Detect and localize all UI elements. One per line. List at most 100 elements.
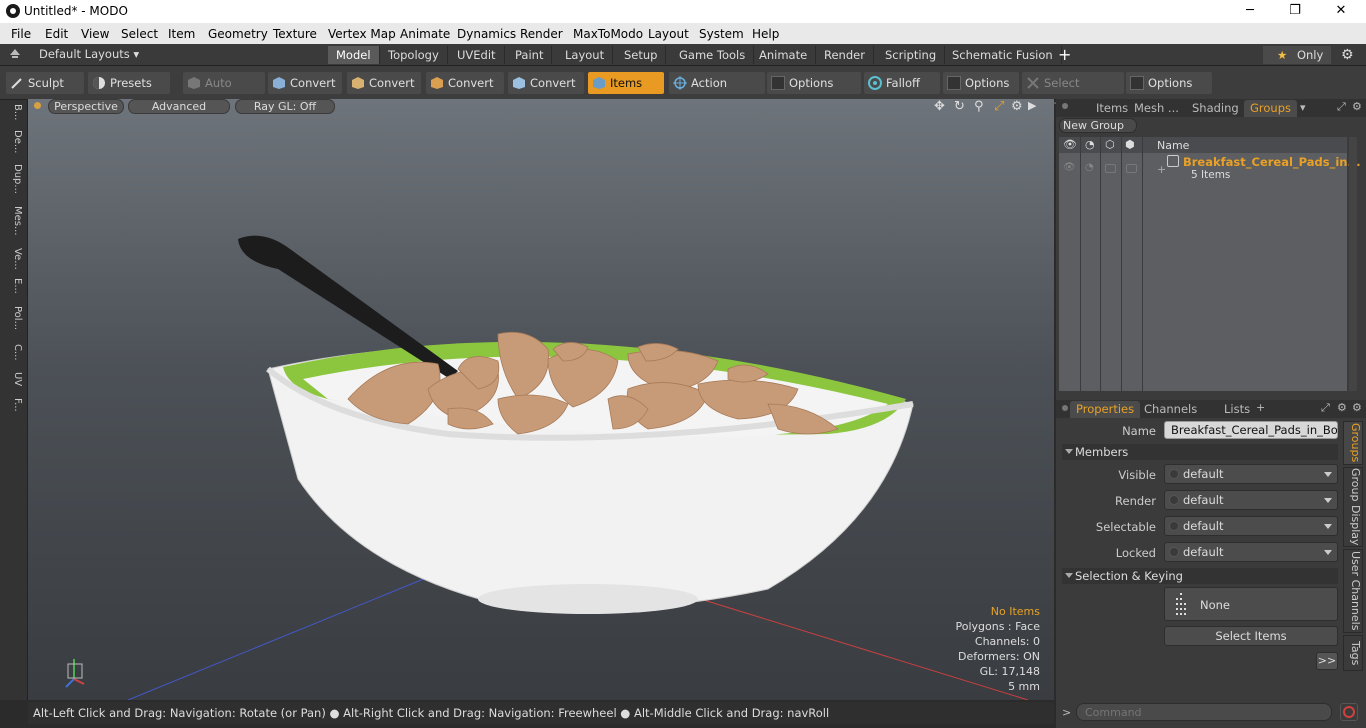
layouts-dropdown[interactable]: Default Layouts ▾ xyxy=(39,47,139,61)
menu-system[interactable]: System xyxy=(699,27,744,41)
menu-dynamics[interactable]: Dynamics xyxy=(457,27,516,41)
panel-dot-icon[interactable] xyxy=(1062,405,1068,411)
left-tab-1[interactable]: B... xyxy=(3,104,23,120)
pin-icon[interactable] xyxy=(10,49,20,59)
menu-edit[interactable]: Edit xyxy=(45,27,68,41)
left-tab-9[interactable]: UV xyxy=(3,372,23,386)
expand-panel-icon[interactable]: ⤢ xyxy=(1321,401,1330,415)
menu-texture[interactable]: Texture xyxy=(273,27,317,41)
3d-viewport[interactable]: Perspective Advanced Ray GL: Off ✥ ↻ ⚲ ⤢… xyxy=(28,99,1054,700)
sculpt-button[interactable]: Sculpt xyxy=(6,72,84,94)
panel-gear-icon[interactable]: ⚙ xyxy=(1337,401,1347,414)
panel-menu-icon[interactable]: ⚙ xyxy=(1352,401,1362,414)
tab-properties[interactable]: Properties xyxy=(1070,401,1141,418)
menu-animate[interactable]: Animate xyxy=(400,27,450,41)
menu-maxtomodo[interactable]: MaxToModo xyxy=(573,27,643,41)
tab-schematic-fusion[interactable]: Schematic Fusion xyxy=(944,46,1062,64)
expand-plus-icon[interactable]: + xyxy=(1157,163,1166,176)
convert-button-4[interactable]: Convert xyxy=(508,72,584,94)
left-tab-4[interactable]: Mes... xyxy=(3,206,23,236)
chevron-down-icon[interactable]: ▾ xyxy=(1300,101,1306,114)
close-button[interactable]: ✕ xyxy=(1318,0,1364,23)
select-items-button[interactable]: Select Items xyxy=(1164,626,1338,646)
panel-gear-icon[interactable]: ⚙ xyxy=(1352,100,1362,113)
tab-mesh[interactable]: Mesh ... xyxy=(1128,100,1185,117)
options-button-1[interactable]: Options xyxy=(767,72,861,94)
tab-animate[interactable]: Animate xyxy=(751,46,817,64)
side-tab-user-channels[interactable]: User Channels xyxy=(1343,549,1363,633)
tab-topology[interactable]: Topology xyxy=(380,46,448,64)
tab-channels[interactable]: Channels xyxy=(1138,401,1203,418)
tab-shading[interactable]: Shading xyxy=(1186,100,1245,117)
options-button-2[interactable]: Options xyxy=(943,72,1019,94)
new-group-button[interactable]: New Group xyxy=(1059,118,1137,133)
menu-file[interactable]: File xyxy=(11,27,31,41)
menu-item[interactable]: Item xyxy=(168,27,195,41)
falloff-button[interactable]: Falloff xyxy=(864,72,940,94)
menu-geometry[interactable]: Geometry xyxy=(208,27,268,41)
side-tab-tags[interactable]: Tags xyxy=(1343,635,1363,671)
options-button-3[interactable]: Options xyxy=(1126,72,1212,94)
action-center-button[interactable]: Action Center xyxy=(669,72,765,112)
left-tab-8[interactable]: C... xyxy=(3,344,23,361)
visible-dropdown[interactable]: default xyxy=(1164,464,1338,484)
selectable-dropdown[interactable]: default xyxy=(1164,516,1338,536)
tab-setup[interactable]: Setup xyxy=(616,46,667,64)
locked-label: Locked xyxy=(1115,546,1156,560)
none-button[interactable]: None xyxy=(1164,587,1338,621)
left-tab-2[interactable]: De... xyxy=(3,130,23,153)
menu-help[interactable]: Help xyxy=(752,27,779,41)
left-tab-10[interactable]: F... xyxy=(3,398,23,412)
render-toggle-icon[interactable]: ◔ xyxy=(1085,162,1094,173)
groups-scrollbar[interactable] xyxy=(1349,137,1357,391)
tab-uvedit[interactable]: UVEdit xyxy=(449,46,505,64)
menu-vertex-map[interactable]: Vertex Map xyxy=(328,27,396,41)
add-tab-icon[interactable]: + xyxy=(1256,401,1265,414)
presets-button[interactable]: Presets F6 xyxy=(88,72,170,112)
side-tab-groups[interactable]: Groups xyxy=(1343,421,1363,465)
tab-scripting[interactable]: Scripting xyxy=(877,46,946,64)
menu-view[interactable]: View xyxy=(81,27,109,41)
tab-paint[interactable]: Paint xyxy=(507,46,553,64)
panel-dot-icon[interactable] xyxy=(1062,103,1068,109)
more-button[interactable]: >> xyxy=(1316,652,1338,670)
only-toggle[interactable]: ★ Only xyxy=(1263,46,1331,64)
selection-keying-section[interactable]: Selection & Keying xyxy=(1062,568,1338,584)
items-button[interactable]: Items xyxy=(588,72,664,94)
left-tab-7[interactable]: Pol... xyxy=(3,306,23,330)
visibility-eye-icon[interactable]: 👁 xyxy=(1063,162,1076,173)
members-section[interactable]: Members xyxy=(1062,444,1338,460)
left-tab-5[interactable]: Ve... xyxy=(3,248,23,270)
expand-panel-icon[interactable]: ⤢ xyxy=(1337,100,1346,114)
command-record-button[interactable] xyxy=(1340,703,1358,721)
tab-lists[interactable]: Lists xyxy=(1218,401,1256,418)
select-checkbox[interactable] xyxy=(1126,164,1137,173)
locked-dropdown[interactable]: default xyxy=(1164,542,1338,562)
stats-deformers: Deformers: ON xyxy=(958,650,1040,663)
left-tab-3[interactable]: Dup... xyxy=(3,164,23,194)
tab-game-tools[interactable]: Game Tools xyxy=(671,46,755,64)
tab-model[interactable]: Model xyxy=(328,46,380,64)
convert-button-3[interactable]: Convert xyxy=(426,72,504,94)
convert-button-1[interactable]: Convert xyxy=(268,72,342,94)
menu-layout[interactable]: Layout xyxy=(648,27,689,41)
auto-select-button[interactable]: Auto Select xyxy=(183,72,265,112)
gear-icon[interactable]: ⚙ xyxy=(1341,47,1354,63)
side-tab-group-display[interactable]: Group Display xyxy=(1343,467,1363,547)
convert-button-2[interactable]: Convert xyxy=(347,72,421,94)
tab-groups[interactable]: Groups xyxy=(1244,100,1298,117)
render-dropdown[interactable]: default xyxy=(1164,490,1338,510)
select-through-button[interactable]: Select Through xyxy=(1022,72,1124,112)
group-row[interactable]: 👁 ◔ + Breakfast_Cereal_Pads_in... 5 Item… xyxy=(1059,155,1361,185)
command-input[interactable] xyxy=(1076,703,1332,721)
minimize-button[interactable]: ─ xyxy=(1227,0,1273,23)
add-tab-button[interactable]: + xyxy=(1058,45,1071,64)
tab-layout[interactable]: Layout xyxy=(557,46,614,64)
name-input[interactable]: Breakfast_Cereal_Pads_in_Bowl_ xyxy=(1164,421,1338,439)
tab-render[interactable]: Render xyxy=(816,46,874,64)
restore-button[interactable]: ❐ xyxy=(1272,0,1318,23)
left-tab-6[interactable]: E... xyxy=(3,278,23,294)
menu-render[interactable]: Render xyxy=(520,27,563,41)
lock-checkbox[interactable] xyxy=(1105,164,1116,173)
menu-select[interactable]: Select xyxy=(121,27,158,41)
